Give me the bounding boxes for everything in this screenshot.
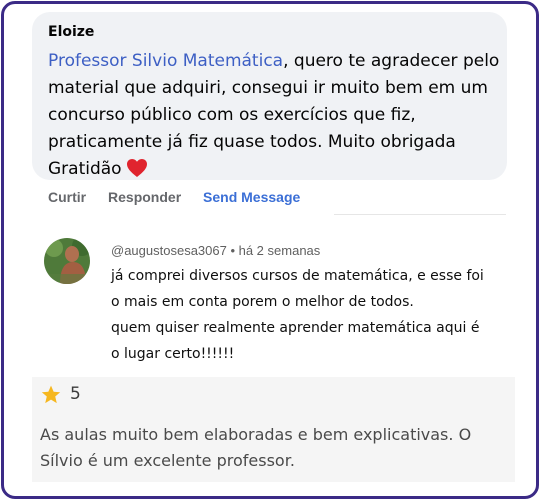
reply-button[interactable]: Responder: [108, 189, 181, 205]
testimonials-frame: Eloize Professor Silvio Matemática, quer…: [1, 1, 539, 499]
divider: [334, 214, 506, 215]
comment-line: o lugar certo!!!!!!: [111, 346, 235, 362]
facebook-comment-bubble: Eloize Professor Silvio Matemática, quer…: [32, 12, 507, 180]
comment-text: Professor Silvio Matemática, quero te ag…: [48, 48, 500, 183]
rating-value: 5: [70, 384, 81, 404]
comment-line: o mais em conta porem o melhor de todos.: [111, 294, 414, 310]
review-text: As aulas muito bem elaboradas e bem expl…: [40, 425, 472, 470]
mention-link[interactable]: Professor Silvio Matemática: [48, 51, 283, 71]
comment-actions: Curtir Responder Send Message: [48, 189, 318, 205]
star-icon: [41, 385, 61, 404]
comment-author[interactable]: Eloize: [48, 24, 94, 40]
comment-line: já comprei diversos cursos de matemática…: [111, 268, 484, 284]
avatar-image: [44, 238, 90, 284]
comment-handle[interactable]: @augustosesa3067 • há 2 semanas: [111, 243, 320, 258]
comment-line: quem quiser realmente aprender matemátic…: [111, 320, 480, 336]
send-message-button[interactable]: Send Message: [203, 189, 300, 205]
like-button[interactable]: Curtir: [48, 189, 86, 205]
review-card: 5 As aulas muito bem elaboradas e bem ex…: [32, 377, 515, 482]
heart-icon: [126, 159, 147, 177]
avatar[interactable]: [44, 238, 90, 284]
